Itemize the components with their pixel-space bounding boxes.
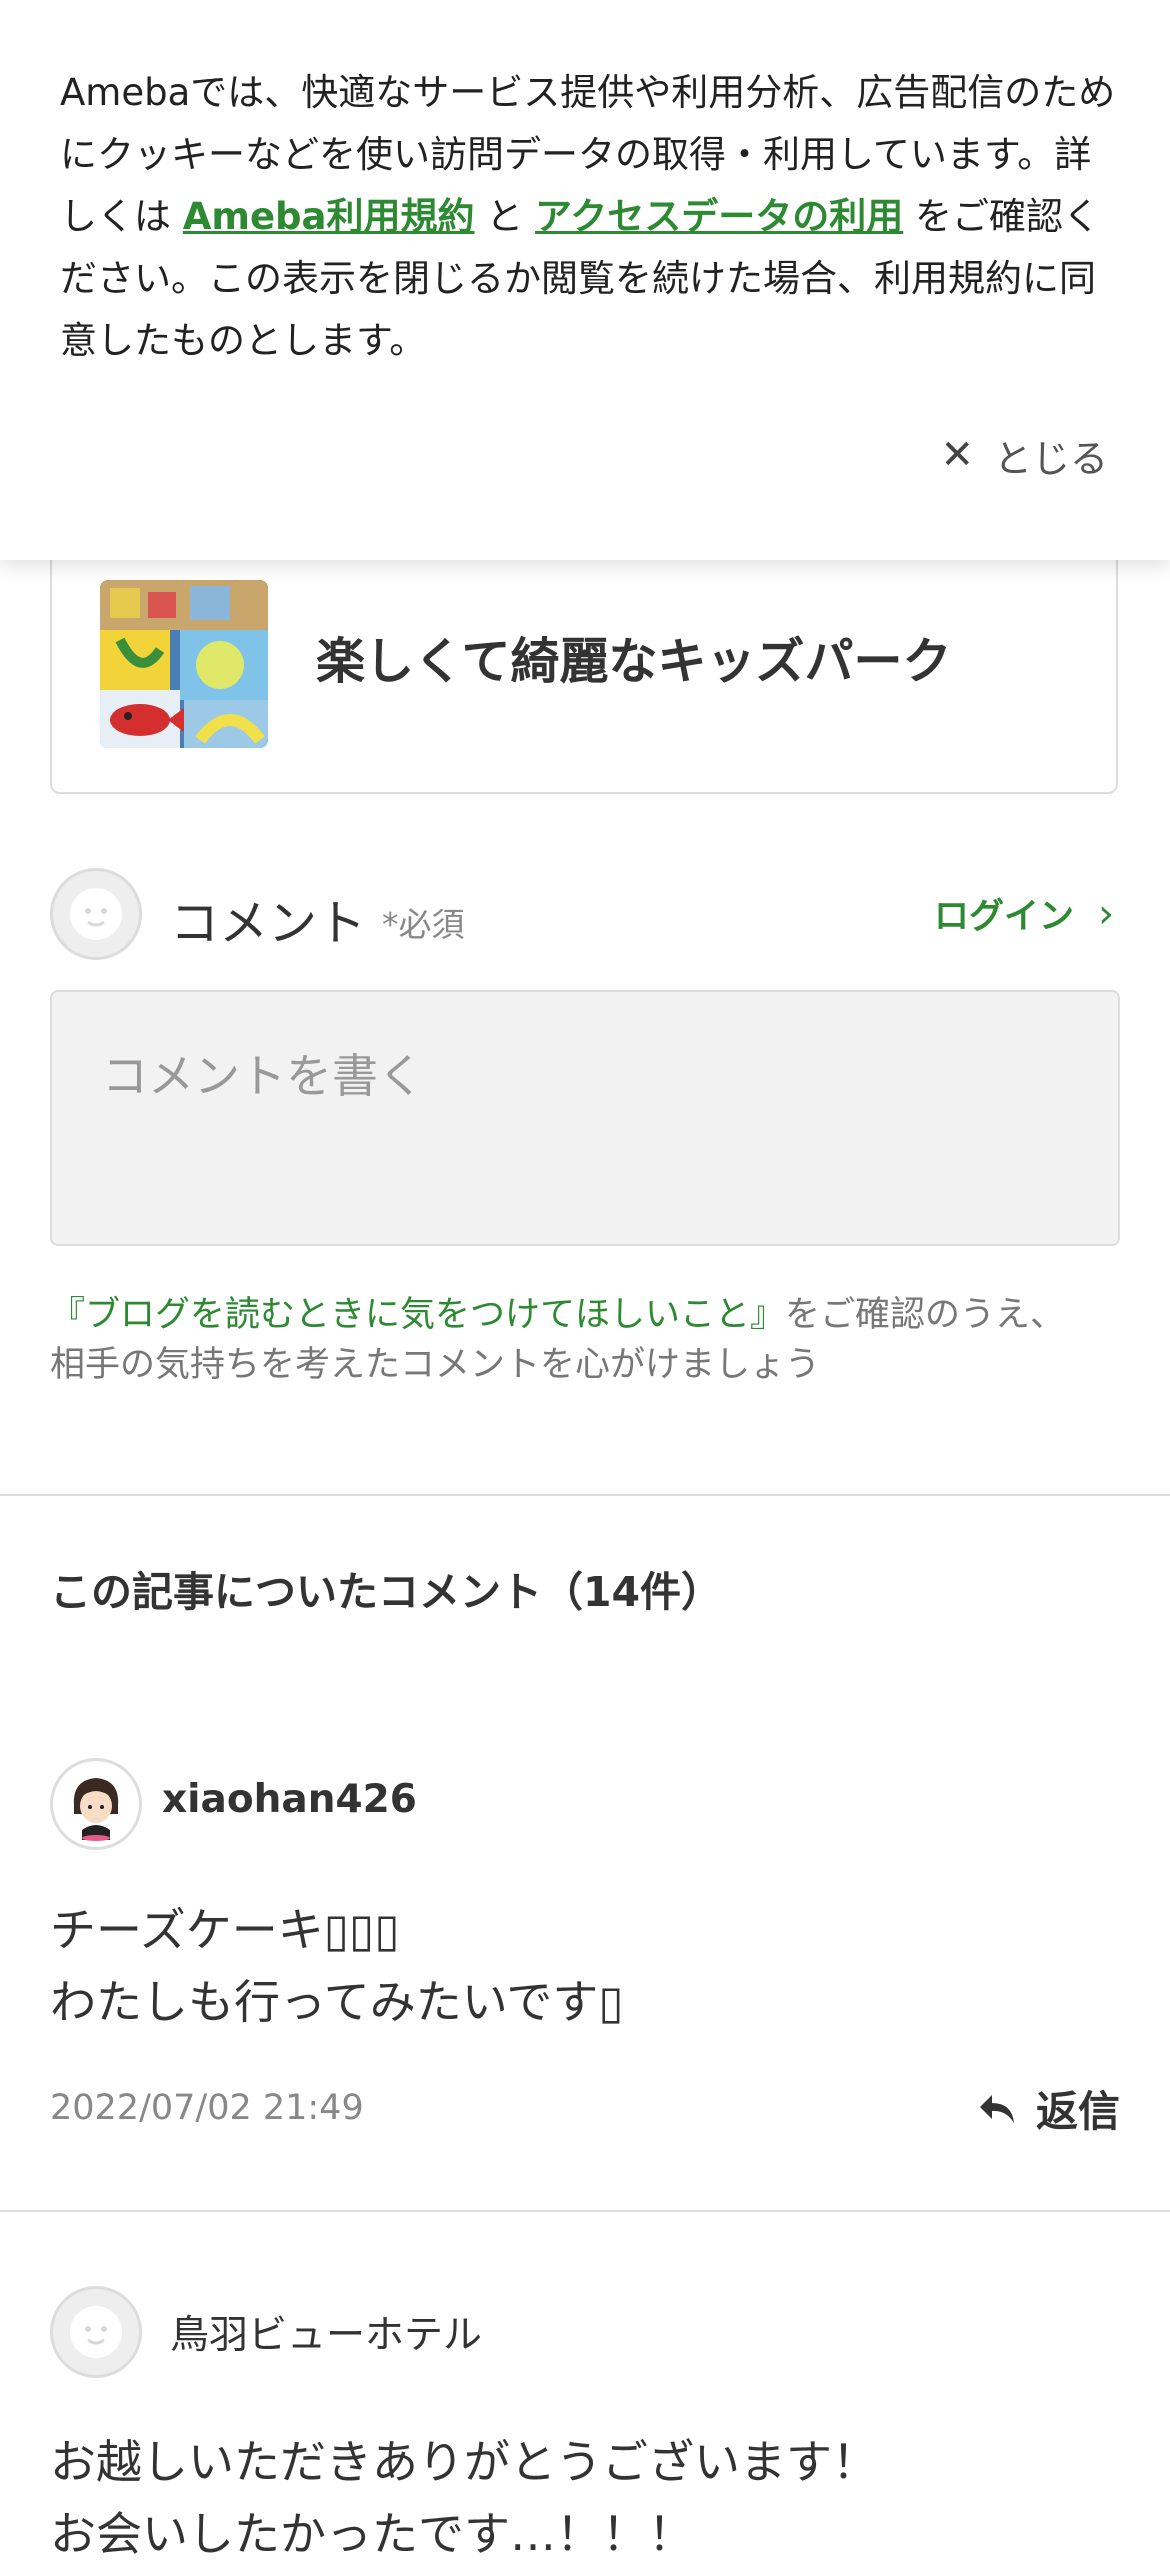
chevron-right-icon: › <box>1098 890 1114 937</box>
required-marker: *必須 <box>382 905 465 944</box>
article-thumbnail <box>100 580 268 748</box>
comment-label: コメント <box>170 895 367 952</box>
login-link[interactable]: ログイン › <box>934 888 1114 939</box>
reply-button[interactable]: 返信 <box>978 2078 1120 2139</box>
close-icon: ✕ <box>940 432 974 478</box>
comment-guidelines: 『ブログを読むときに気をつけてほしいこと』をご確認のうえ、 相手の気持ちを考えた… <box>50 1290 1130 1390</box>
cookie-consent-banner: Amebaでは、快適なサービス提供や利用分析、広告配信のためにクッキーなどを使い… <box>0 0 1170 560</box>
cookie-text-part: と <box>474 195 536 238</box>
comment-line: チーズケーキ▯▯▯ <box>50 1903 400 1957</box>
access-data-link[interactable]: アクセスデータの利用 <box>535 195 903 238</box>
comment-line: わたしも行ってみたいです▯ <box>50 1975 624 2029</box>
comment-input[interactable]: コメントを書く <box>50 990 1120 1246</box>
ameba-terms-link[interactable]: Ameba利用規約 <box>183 195 475 238</box>
cookie-consent-text: Amebaでは、快適なサービス提供や利用分析、広告配信のためにクッキーなどを使い… <box>60 62 1120 372</box>
guide-text: 相手の気持ちを考えたコメントを心がけましょう <box>50 1345 821 1385</box>
cookie-close-label: とじる <box>993 436 1108 481</box>
login-label: ログイン <box>933 897 1074 937</box>
divider <box>0 1494 1170 1496</box>
comment-body: お越しいただきありがとうございます！ お会いしたかったです…！！！ <box>50 2426 878 2570</box>
default-avatar-icon <box>70 2306 122 2358</box>
default-avatar-icon <box>70 888 122 940</box>
user-avatar-icon <box>73 1778 119 1841</box>
cookie-close-button[interactable]: ✕ とじる <box>940 420 1108 490</box>
reply-arrow-icon <box>979 2094 1014 2123</box>
comment-line: お会いしたかったです…！！！ <box>50 2507 694 2561</box>
blog-guidelines-link[interactable]: 『ブログを読むときに気をつけてほしいこと』 <box>50 1295 785 1335</box>
comment-body: チーズケーキ▯▯▯ わたしも行ってみたいです▯ <box>50 1894 624 2038</box>
comment-author[interactable]: xiaohan426 <box>162 1777 417 1822</box>
comment-line: お越しいただきありがとうございます！ <box>50 2435 878 2489</box>
avatar <box>50 868 142 960</box>
article-title: 楽しくて綺麗なキッズパーク <box>316 633 952 690</box>
guide-text: をご確認のうえ、 <box>785 1295 1066 1335</box>
commenter-avatar[interactable] <box>50 1758 142 1850</box>
comment-author[interactable]: 鳥羽ビューホテル <box>170 2304 482 2360</box>
commenter-avatar[interactable] <box>50 2286 142 2378</box>
divider <box>0 2210 1170 2212</box>
article-card[interactable]: 楽しくて綺麗なキッズパーク <box>50 520 1118 794</box>
comments-section-title: この記事についたコメント（14件） <box>50 1568 723 1616</box>
comment-timestamp: 2022/07/02 21:49 <box>50 2088 364 2128</box>
reply-label: 返信 <box>1035 2087 1120 2136</box>
